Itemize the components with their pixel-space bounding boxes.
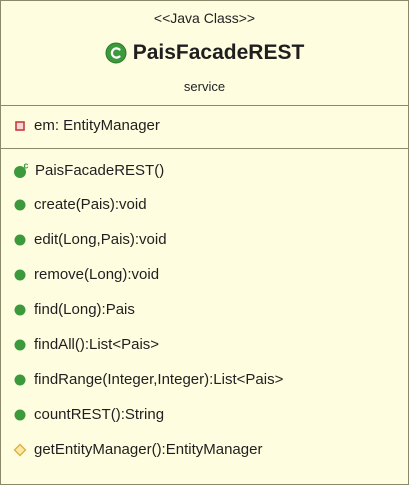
uml-class-box[interactable]: <<Java Class>> PaisFacadeREST service em… (0, 0, 409, 485)
operation-row-findall[interactable]: findAll():List<Pais> (13, 336, 159, 353)
class-package: service (183, 79, 226, 94)
operation-row-getentitymanager[interactable]: getEntityManager():EntityManager (13, 441, 262, 458)
operation-row-countrest[interactable]: countREST():String (13, 406, 164, 423)
public-circle-icon (13, 303, 27, 317)
class-header: <<Java Class>> PaisFacadeREST service (1, 1, 408, 106)
public-circle-icon (13, 233, 27, 247)
svg-text:c: c (24, 161, 29, 171)
operation-row-edit[interactable]: edit(Long,Pais):void (13, 231, 167, 248)
class-name-row: PaisFacadeREST (1, 41, 408, 65)
operation-row-find[interactable]: find(Long):Pais (13, 301, 135, 318)
protected-diamond-icon (13, 443, 27, 457)
operation-row-remove[interactable]: remove(Long):void (13, 266, 159, 283)
operation-label: findAll():List<Pais> (34, 336, 160, 353)
class-name: PaisFacadeREST (132, 41, 305, 64)
public-circle-icon (13, 338, 27, 352)
public-circle-icon (13, 373, 27, 387)
constructor-icon: c (13, 161, 31, 179)
public-circle-icon (13, 198, 27, 212)
class-c-icon (105, 42, 127, 64)
attribute-label: em: EntityManager (34, 117, 160, 134)
private-square-icon (13, 119, 27, 133)
public-circle-icon (13, 408, 27, 422)
attributes-compartment: em: EntityManager (1, 106, 408, 149)
operation-label: create(Pais):void (34, 196, 147, 213)
operation-label: find(Long):Pais (34, 301, 135, 318)
operation-row-create[interactable]: create(Pais):void (13, 196, 147, 213)
operation-label: countREST():String (34, 406, 165, 423)
public-circle-icon (13, 268, 27, 282)
operation-label: getEntityManager():EntityManager (34, 441, 263, 458)
operation-label: findRange(Integer,Integer):List<Pais> (34, 371, 284, 388)
operation-row-constructor[interactable]: c PaisFacadeREST() (13, 161, 164, 179)
class-stereotype: <<Java Class>> (153, 10, 256, 26)
operation-label: remove(Long):void (34, 266, 160, 283)
operation-label: edit(Long,Pais):void (34, 231, 167, 248)
attribute-row[interactable]: em: EntityManager (13, 117, 160, 134)
operations-compartment: c PaisFacadeREST() create(Pais):void edi… (1, 149, 408, 484)
operation-row-findrange[interactable]: findRange(Integer,Integer):List<Pais> (13, 371, 283, 388)
operation-label: PaisFacadeREST() (35, 161, 165, 179)
